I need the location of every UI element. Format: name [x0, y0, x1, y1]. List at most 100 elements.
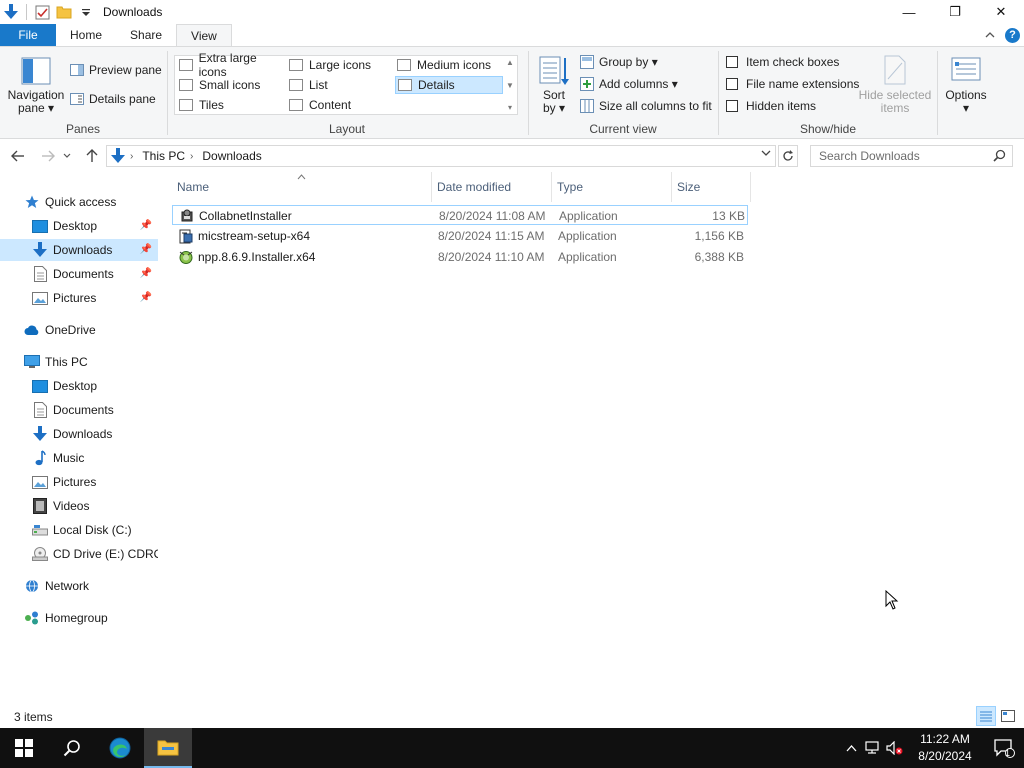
column-header-name[interactable]: Name: [172, 172, 432, 202]
file-explorer-button[interactable]: [144, 728, 192, 768]
layout-gallery-scroller[interactable]: ▲ ▼ ▾: [503, 56, 517, 114]
file-name-extensions-checkbox[interactable]: [726, 78, 738, 90]
address-history-dropdown-icon[interactable]: [761, 149, 771, 160]
tab-file[interactable]: File: [0, 24, 56, 46]
help-icon[interactable]: ?: [1005, 27, 1020, 43]
downloads-icon: [32, 426, 48, 442]
nav-quick-pictures[interactable]: Pictures 📌: [0, 287, 158, 309]
hidden-items-checkbox[interactable]: [726, 100, 738, 112]
nav-pc-cd-drive[interactable]: CD Drive (E:) CDROI: [0, 543, 158, 565]
refresh-button[interactable]: [778, 145, 798, 167]
layout-tiles[interactable]: Tiles: [177, 96, 285, 114]
breadcrumb-downloads[interactable]: Downloads: [202, 149, 261, 163]
layout-large-icons[interactable]: Large icons: [287, 56, 395, 74]
nav-pc-pictures[interactable]: Pictures: [0, 471, 158, 493]
table-row[interactable]: npp.8.6.9.Installer.x64 8/20/2024 11:10 …: [172, 247, 748, 267]
file-name: npp.8.6.9.Installer.x64: [198, 250, 316, 264]
down-arrow-icon[interactable]: [2, 3, 20, 21]
nav-network[interactable]: Network: [0, 575, 158, 597]
table-row[interactable]: micstream-setup-x64 8/20/2024 11:15 AM A…: [172, 226, 748, 246]
layout-content[interactable]: Content: [287, 96, 395, 114]
layout-list[interactable]: List: [287, 76, 395, 94]
item-count: 3 items: [14, 710, 53, 724]
start-button[interactable]: [0, 728, 48, 768]
file-name-extensions-toggle[interactable]: File name extensions: [726, 77, 859, 91]
preview-pane-button[interactable]: Preview pane: [70, 63, 162, 77]
layout-medium-icons[interactable]: Medium icons: [395, 56, 503, 74]
customize-toolbar-dropdown-icon[interactable]: [77, 3, 95, 21]
new-folder-icon[interactable]: [55, 3, 73, 21]
table-row[interactable]: CollabnetInstaller 8/20/2024 11:08 AM Ap…: [172, 205, 748, 225]
layout-small-icons[interactable]: Small icons: [177, 76, 285, 94]
search-box[interactable]: [810, 145, 1013, 167]
network-status-button[interactable]: [862, 728, 884, 768]
add-columns-button[interactable]: Add columns ▾: [580, 77, 678, 91]
maximize-button[interactable]: ❐: [932, 0, 978, 24]
address-bar[interactable]: › This PC › Downloads: [106, 145, 776, 167]
details-pane-button[interactable]: Details pane: [70, 92, 156, 106]
size-all-columns-button[interactable]: Size all columns to fit: [580, 99, 712, 113]
collapse-ribbon-icon[interactable]: [985, 28, 995, 42]
layout-details[interactable]: Details: [395, 76, 503, 94]
nav-onedrive[interactable]: OneDrive: [0, 319, 158, 341]
properties-icon[interactable]: [33, 3, 51, 21]
minimize-button[interactable]: —: [886, 0, 932, 24]
scroll-up-icon[interactable]: ▲: [506, 58, 514, 67]
item-check-boxes-checkbox[interactable]: [726, 56, 738, 68]
nav-label: Videos: [53, 499, 90, 513]
column-header-date-modified[interactable]: Date modified: [432, 172, 552, 202]
nav-quick-documents[interactable]: Documents 📌: [0, 263, 158, 285]
search-icon[interactable]: [993, 149, 1006, 165]
column-header-size[interactable]: Size: [672, 172, 751, 202]
search-taskbar-button[interactable]: [48, 728, 96, 768]
options-icon: [951, 57, 981, 81]
nav-pc-documents[interactable]: Documents: [0, 399, 158, 421]
nav-pc-videos[interactable]: Videos: [0, 495, 158, 517]
options-button[interactable]: Options ▾: [940, 55, 992, 115]
recent-locations-button[interactable]: [60, 144, 74, 168]
hide-selected-items-button[interactable]: Hide selected items: [858, 55, 932, 115]
edge-browser-button[interactable]: [96, 728, 144, 768]
nav-label: Pictures: [53, 475, 97, 489]
action-center-button[interactable]: 1: [984, 728, 1024, 768]
clock-date: 8/20/2024: [918, 749, 972, 763]
current-view-group-label: Current view: [589, 122, 657, 136]
desktop-icon: [32, 218, 48, 234]
group-by-button[interactable]: Group by ▾: [580, 55, 658, 69]
nav-label: Music: [53, 451, 85, 465]
clock[interactable]: 11:22 AM 8/20/2024: [912, 731, 978, 765]
nav-pc-music[interactable]: Music: [0, 447, 158, 469]
details-view-button[interactable]: [976, 706, 996, 726]
large-icons-view-button[interactable]: [998, 706, 1018, 726]
forward-button[interactable]: [36, 144, 60, 168]
scroll-down-icon[interactable]: ▼: [506, 81, 514, 90]
hidden-items-toggle[interactable]: Hidden items: [726, 99, 816, 113]
tab-share[interactable]: Share: [116, 24, 176, 46]
up-button[interactable]: [80, 144, 104, 168]
search-input[interactable]: [819, 149, 989, 163]
breadcrumb-separator-icon[interactable]: ›: [190, 151, 193, 162]
nav-pc-local-disk[interactable]: Local Disk (C:): [0, 519, 158, 541]
details-pane-icon: [70, 92, 84, 106]
volume-button[interactable]: [884, 728, 906, 768]
column-header-type[interactable]: Type: [552, 172, 672, 202]
nav-pc-desktop[interactable]: Desktop: [0, 375, 158, 397]
sort-by-button[interactable]: Sort by ▾: [536, 55, 572, 115]
close-button[interactable]: ✕: [978, 0, 1024, 24]
nav-quick-access[interactable]: Quick access: [0, 191, 158, 213]
navigation-pane-button[interactable]: Navigation pane ▾: [6, 57, 66, 115]
breadcrumb-this-pc[interactable]: This PC: [142, 149, 185, 163]
breadcrumb-separator-icon[interactable]: ›: [130, 151, 133, 162]
nav-pc-downloads[interactable]: Downloads: [0, 423, 158, 445]
layout-extra-large-icons[interactable]: Extra large icons: [177, 51, 285, 79]
tab-home[interactable]: Home: [56, 24, 116, 46]
show-hidden-icons-button[interactable]: [840, 728, 862, 768]
nav-this-pc[interactable]: This PC: [0, 351, 158, 373]
tab-view[interactable]: View: [176, 24, 232, 46]
back-button[interactable]: [6, 144, 30, 168]
nav-quick-downloads[interactable]: Downloads 📌: [0, 239, 158, 261]
item-check-boxes-toggle[interactable]: Item check boxes: [726, 55, 839, 69]
expand-gallery-icon[interactable]: ▾: [508, 103, 512, 112]
nav-homegroup[interactable]: Homegroup: [0, 607, 158, 629]
nav-quick-desktop[interactable]: Desktop 📌: [0, 215, 158, 237]
